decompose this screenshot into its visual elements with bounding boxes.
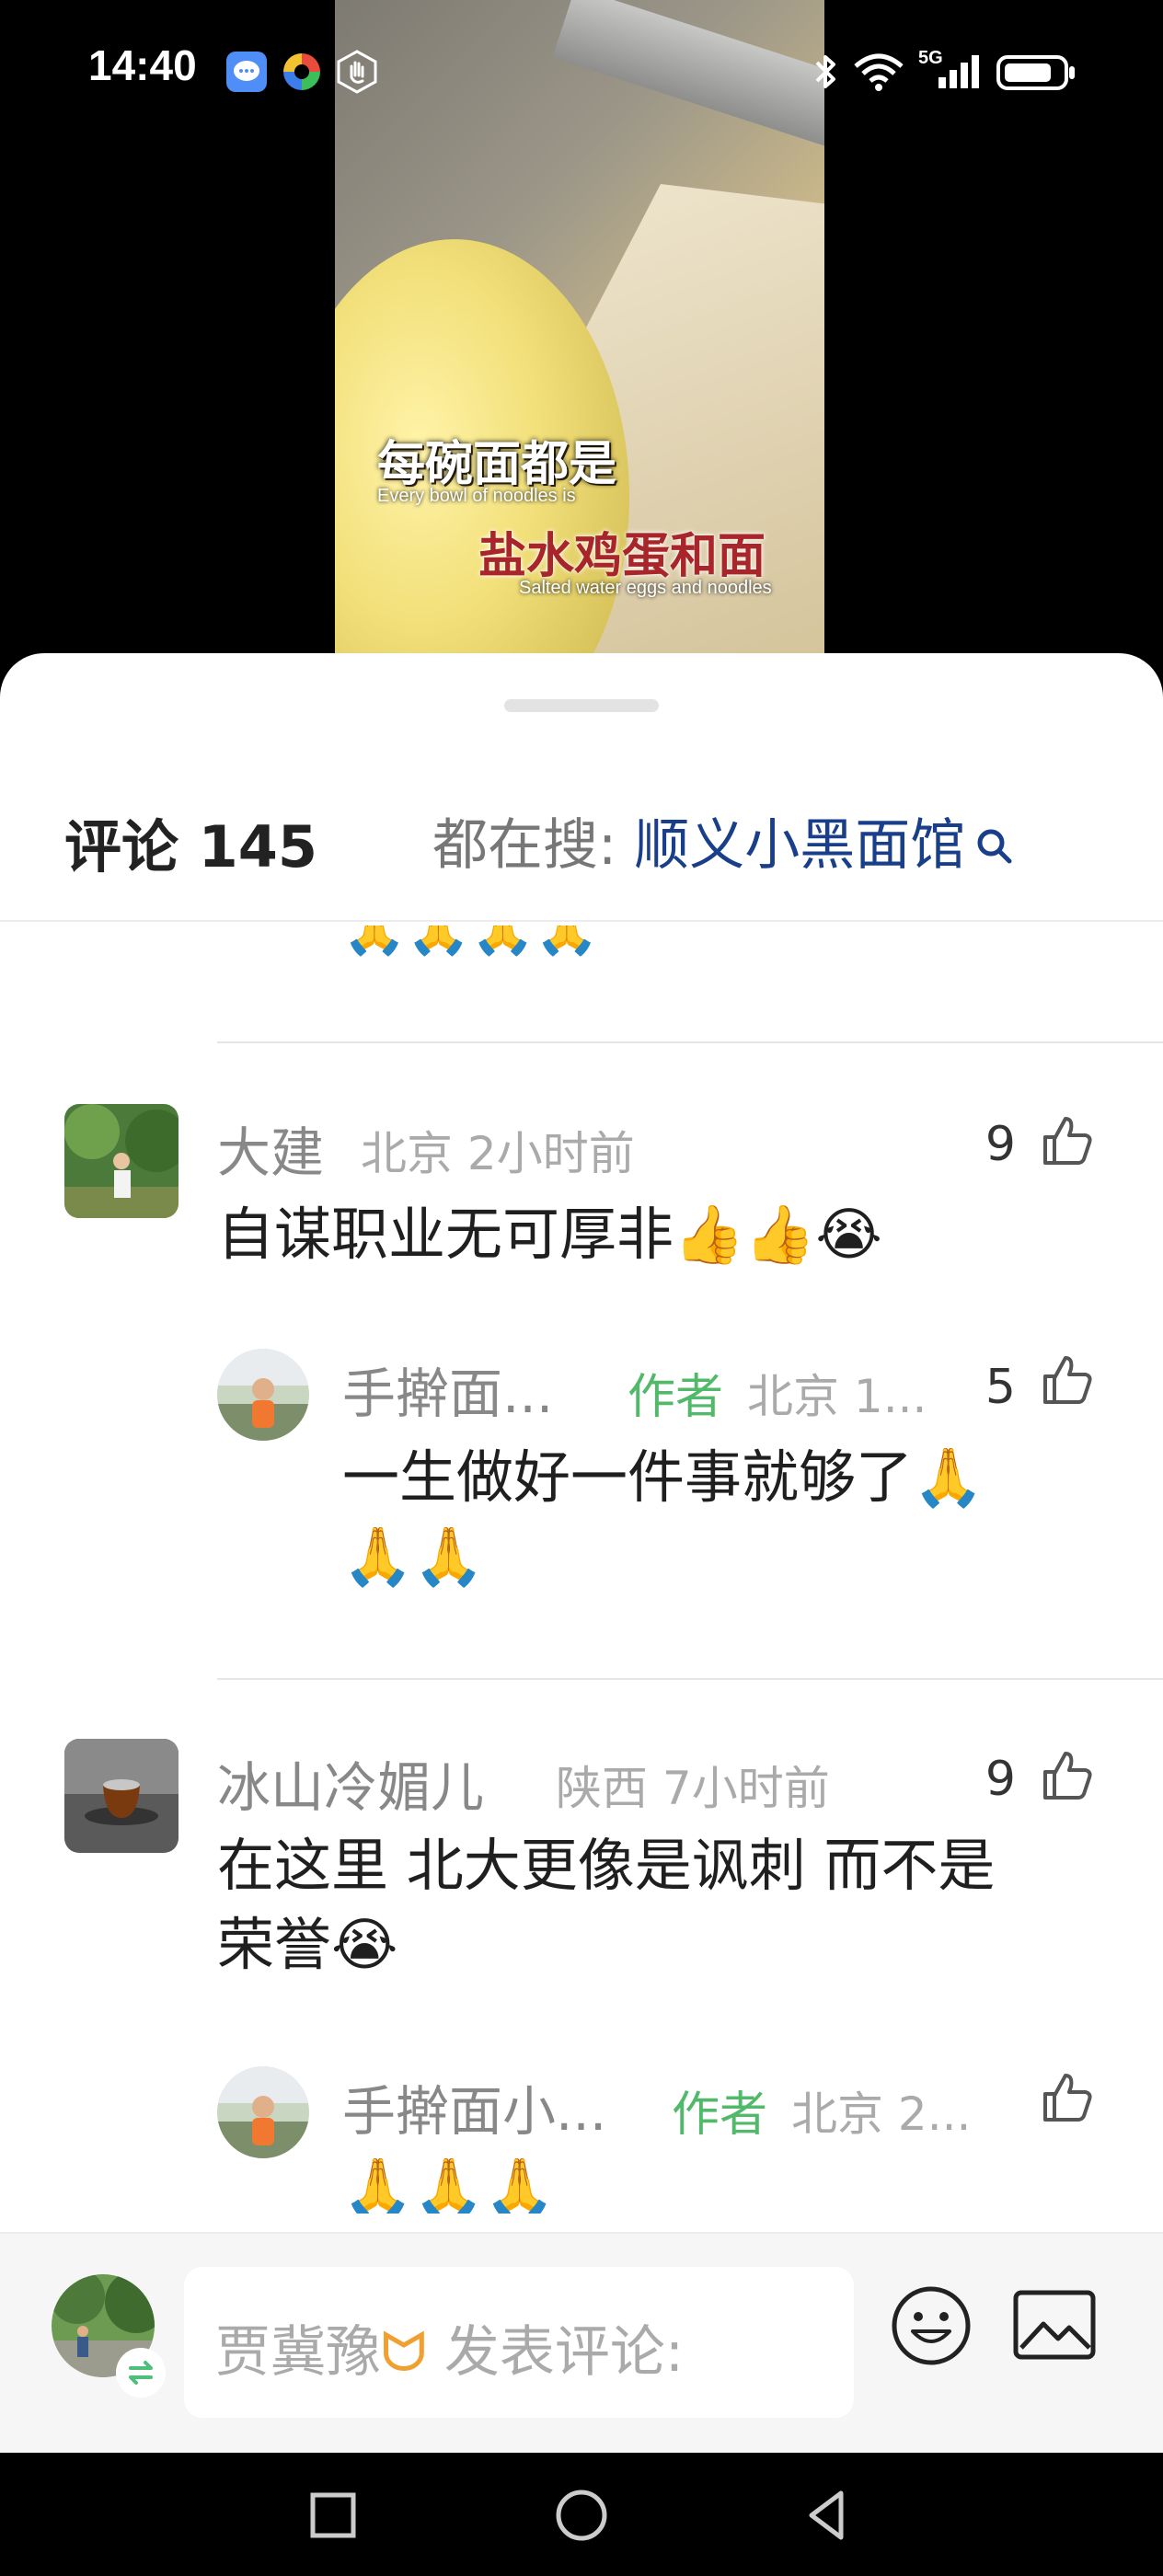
system-nav-bar <box>0 2453 1163 2576</box>
reply-content-line2: 🙏🙏 <box>342 1523 485 1590</box>
reply-content: 🙏🙏🙏 <box>342 2154 556 2214</box>
comment-location: 北京 <box>361 1127 453 1180</box>
message-app-icon <box>225 50 269 92</box>
like-icon[interactable] <box>1038 1746 1095 1807</box>
avatar[interactable] <box>217 1349 309 1441</box>
like-icon[interactable] <box>1038 2068 1095 2129</box>
hand-gesture-icon <box>335 50 379 94</box>
author-badge: 作者 <box>628 1370 724 1425</box>
comment-time: 7小时前 <box>662 1762 830 1815</box>
comment-meta: 北京 2小时前 <box>361 1117 635 1183</box>
comment-content-line2: 荣誉😭 <box>217 1911 398 1978</box>
input-placeholder: 发表评论: <box>443 2320 685 2385</box>
switch-account-icon[interactable] <box>116 2348 166 2398</box>
comment-count-title: 评论 145 <box>64 813 318 880</box>
commenter-name[interactable]: 冰山冷媚儿 <box>217 1744 484 1822</box>
avatar[interactable] <box>217 2066 309 2158</box>
like-icon[interactable] <box>1038 1111 1095 1172</box>
bluetooth-icon <box>810 50 841 90</box>
author-badge: 作者 <box>672 2087 768 2143</box>
partial-reply-content: 🙏🙏🙏🙏 <box>342 926 599 962</box>
like-count: 9 <box>985 1117 1016 1172</box>
avatar[interactable] <box>64 1739 178 1853</box>
comment-item: 大建 北京 2小时前 9 自谋职业无可厚非👍👍😭 手擀面... 作者 北京 1.… <box>0 1104 1163 1590</box>
image-icon[interactable] <box>1012 2287 1097 2368</box>
comment-time: 2小时前 <box>466 1127 635 1180</box>
emoji-icon[interactable] <box>889 2283 973 2372</box>
avatar[interactable] <box>64 1104 178 1218</box>
comment-divider <box>217 1678 1163 1680</box>
back-button[interactable] <box>800 2488 856 2547</box>
comment-input-placeholder: 贾冀豫ᗢ 发表评论: <box>215 2307 684 2387</box>
comment-input-bar: 贾冀豫ᗢ 发表评论: <box>0 2232 1163 2453</box>
commenter-name[interactable]: 大建 <box>217 1110 324 1187</box>
partial-reply-emojis: 🙏🙏🙏🙏 <box>342 926 599 959</box>
colorful-app-icon <box>280 50 324 90</box>
video-steel-edge <box>552 0 824 160</box>
sheet-drag-handle[interactable] <box>504 699 659 712</box>
hot-search-link[interactable]: 都在搜: 顺义小黑面馆 <box>432 800 1015 880</box>
video-caption-en-2: Salted water eggs and noodles <box>519 578 772 598</box>
reply-author-name[interactable]: 手擀面... <box>342 1351 553 1428</box>
wifi-icon <box>852 50 905 91</box>
hot-search-term[interactable]: 顺义小黑面馆 <box>634 813 965 878</box>
comment-divider <box>217 1041 1163 1043</box>
video-caption-en-1: Every bowl of noodles is <box>377 486 576 506</box>
header-divider <box>0 920 1163 922</box>
like-count: 9 <box>985 1752 1016 1807</box>
input-username-decoration: ᗢ <box>381 2320 427 2385</box>
video-caption-cn-1: 每碗面都是 <box>377 436 617 492</box>
like-icon[interactable] <box>1038 1351 1095 1411</box>
video-frame[interactable]: 每碗面都是 Every bowl of noodles is 盐水鸡蛋和面 Sa… <box>335 0 824 655</box>
hot-search-label: 都在搜: <box>432 813 635 878</box>
input-username: 贾冀豫 <box>215 2320 381 2385</box>
comment-sheet: 评论 145 都在搜: 顺义小黑面馆 🙏🙏🙏🙏 大建 北京 2小时前 9 自谋职… <box>0 653 1163 2453</box>
home-button[interactable] <box>554 2488 609 2547</box>
comment-content: 自谋职业无可厚非👍👍😭 <box>217 1201 882 1268</box>
reply-content: 一生做好一件事就够了🙏 <box>342 1443 985 1511</box>
comment-input[interactable]: 贾冀豫ᗢ 发表评论: <box>184 2267 854 2418</box>
reply-meta: 北京 1... <box>747 1370 927 1423</box>
video-player[interactable]: 每碗面都是 Every bowl of noodles is 盐水鸡蛋和面 Sa… <box>0 0 1163 681</box>
video-caption-cn-2: 盐水鸡蛋和面 <box>478 528 766 584</box>
battery-icon <box>996 50 1078 90</box>
reply-meta: 北京 2... <box>791 2087 972 2141</box>
like-count: 5 <box>985 1360 1016 1415</box>
comment-content: 在这里 北大更像是讽刺 而不是 <box>217 1832 996 1899</box>
comment-header: 评论 145 都在搜: 顺义小黑面馆 <box>0 773 1163 911</box>
comment-location: 陕西 <box>556 1762 648 1815</box>
search-icon[interactable] <box>974 816 1015 880</box>
reply-author-name[interactable]: 手擀面小... <box>342 2068 606 2145</box>
recent-apps-button[interactable] <box>307 2490 359 2545</box>
comment-meta: 陕西 7小时前 <box>556 1752 830 1818</box>
comment-item: 冰山冷媚儿 陕西 7小时前 9 在这里 北大更像是讽刺 而不是 荣誉😭 手擀面小… <box>0 1739 1163 2236</box>
status-time: 14:40 <box>88 41 197 89</box>
signal-icon <box>933 50 983 90</box>
